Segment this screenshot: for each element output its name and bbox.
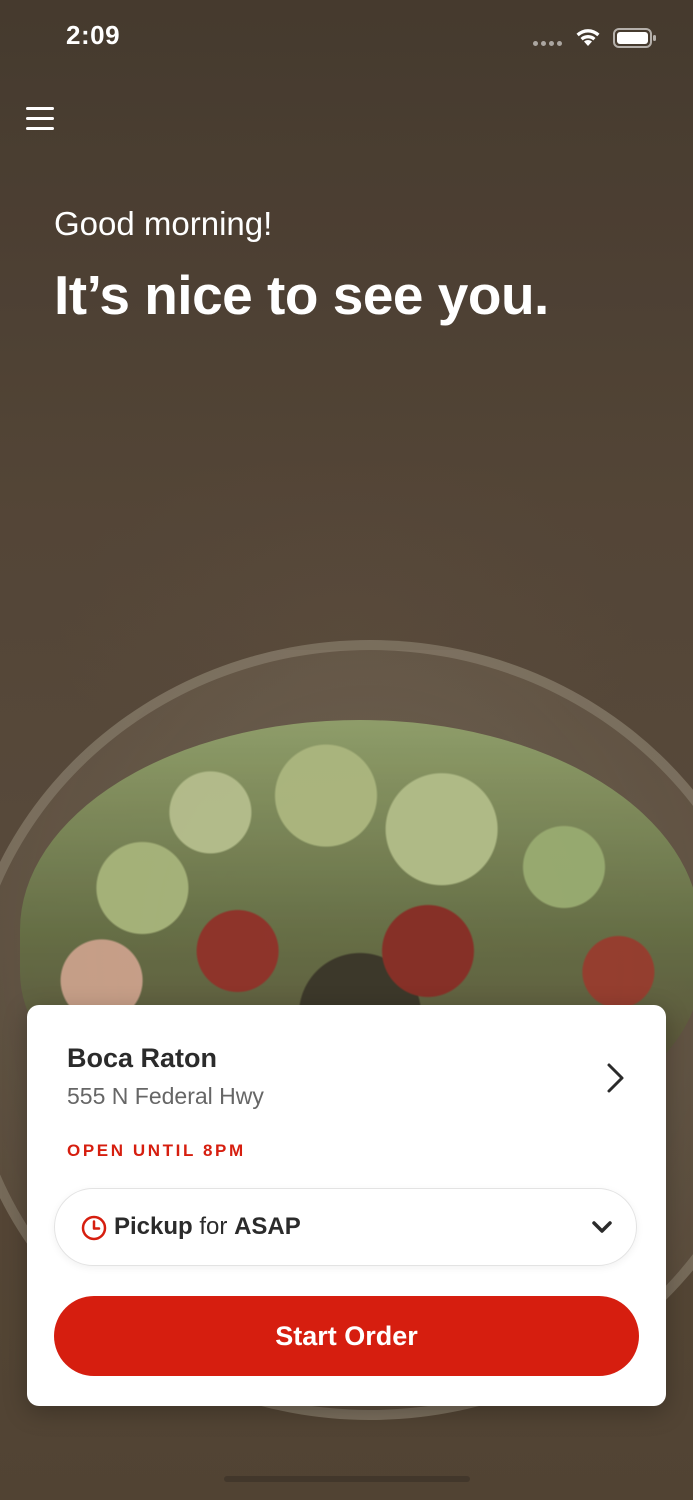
chevron-right-icon: [607, 1063, 624, 1093]
store-name: Boca Raton: [67, 1043, 218, 1073]
home-indicator: [224, 1476, 470, 1482]
status-bar: 2:09: [0, 0, 693, 80]
order-method: Pickup: [114, 1213, 193, 1240]
clock-icon: [81, 1215, 107, 1241]
battery-icon: [613, 28, 656, 48]
greeting-text: Good morning!: [54, 205, 273, 242]
order-mode-connector: for: [199, 1213, 228, 1240]
store-address: 555 N Federal Hwy: [67, 1083, 264, 1109]
hamburger-menu-icon[interactable]: [26, 107, 56, 133]
welcome-headline: It’s nice to see you.: [54, 264, 549, 326]
chevron-down-icon: [592, 1221, 612, 1233]
home-screen: 2:09 Good morning! It’s nice to see you.…: [0, 0, 693, 1500]
store-details-link[interactable]: Boca Raton 555 N Federal Hwy: [27, 1005, 666, 1125]
open-hours-status: OPEN UNTIL 8PM: [67, 1141, 246, 1160]
start-order-button[interactable]: Start Order: [54, 1296, 639, 1376]
wifi-icon: [576, 29, 600, 46]
status-time: 2:09: [66, 20, 121, 50]
order-time: ASAP: [234, 1213, 301, 1240]
cellular-signal-icon: [533, 41, 562, 46]
location-card: Boca Raton 555 N Federal Hwy OPEN UNTIL …: [27, 1005, 666, 1406]
order-mode-dropdown[interactable]: Pickup for ASAP: [54, 1188, 637, 1266]
order-mode-text: Pickup for ASAP: [114, 1213, 301, 1241]
